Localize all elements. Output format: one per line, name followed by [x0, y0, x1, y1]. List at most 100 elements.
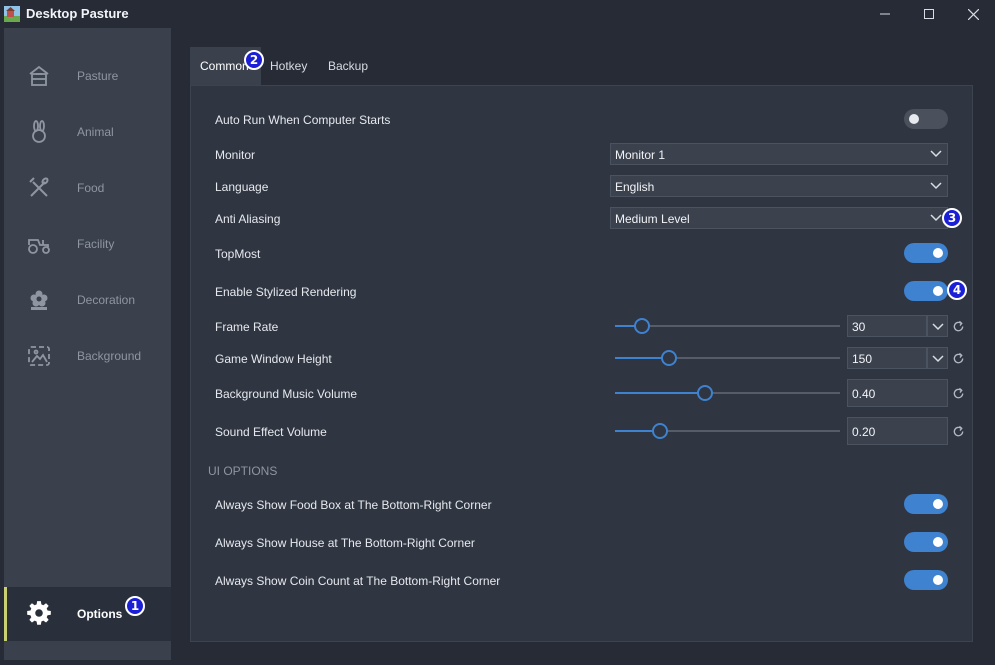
anti-aliasing-select[interactable]: Medium Level — [610, 207, 948, 229]
gear-icon — [26, 600, 52, 626]
chevron-down-icon — [930, 214, 942, 222]
slider-fill — [615, 392, 705, 394]
annotation-badge: 3 — [942, 208, 962, 228]
window-height-slider[interactable] — [615, 350, 840, 366]
music-volume-value: 0.40 — [852, 387, 876, 401]
options-label: Options — [77, 607, 123, 621]
sidebar-item-label: Facility — [77, 237, 115, 251]
tab-label: Backup — [328, 59, 369, 73]
music-volume-input[interactable]: 0.40 — [847, 379, 948, 407]
tractor-icon — [26, 231, 52, 257]
toggle-knob — [933, 537, 943, 547]
house-toggle[interactable] — [904, 532, 948, 552]
slider-thumb[interactable] — [634, 318, 650, 334]
stylized-rendering-toggle[interactable] — [904, 281, 948, 301]
tab-backup[interactable]: Backup — [318, 47, 378, 85]
music-volume-label: Background Music Volume — [215, 387, 358, 401]
sidebar-item-label: Food — [77, 181, 105, 195]
chevron-down-icon — [930, 150, 942, 158]
sidebar-item-food[interactable]: Food — [4, 160, 171, 216]
annotation-badge: 1 — [125, 596, 145, 616]
toggle-knob — [933, 499, 943, 509]
music-volume-slider[interactable] — [615, 385, 840, 401]
toggle-knob — [933, 575, 943, 585]
window-height-label: Game Window Height — [215, 352, 332, 366]
ui-options-heading: UI OPTIONS — [208, 464, 278, 478]
sidebar-item-background[interactable]: Background — [4, 328, 171, 384]
sidebar-item-label: Background — [77, 349, 142, 363]
effect-volume-label: Sound Effect Volume — [215, 425, 327, 439]
sidebar-item-decoration[interactable]: Decoration — [4, 272, 171, 328]
auto-run-toggle[interactable] — [904, 109, 948, 129]
window-title: Desktop Pasture — [26, 6, 129, 21]
sidebar-item-label: Decoration — [77, 293, 136, 307]
minimize-button[interactable] — [862, 0, 908, 28]
reset-icon[interactable] — [952, 387, 965, 400]
window-height-value: 150 — [852, 352, 873, 366]
sidebar-item-label: Pasture — [77, 69, 119, 83]
frame-rate-value: 30 — [852, 320, 866, 334]
slider-thumb[interactable] — [652, 423, 668, 439]
sidebar-item-animal[interactable]: Animal — [4, 104, 171, 160]
rabbit-icon — [26, 119, 52, 145]
sidebar-item-facility[interactable]: Facility — [4, 216, 171, 272]
food-box-label: Always Show Food Box at The Bottom-Right… — [215, 498, 492, 512]
language-select[interactable]: English — [610, 175, 948, 197]
reset-icon[interactable] — [952, 320, 965, 333]
picture-icon — [26, 343, 52, 369]
coin-count-label: Always Show Coin Count at The Bottom-Rig… — [215, 574, 501, 588]
window-height-dropdown-button[interactable] — [927, 347, 948, 369]
reset-icon[interactable] — [952, 425, 965, 438]
tab-hotkey[interactable]: Hotkey — [260, 47, 317, 85]
flower-icon — [26, 287, 52, 313]
frame-rate-slider[interactable] — [615, 318, 840, 334]
toggle-knob — [933, 286, 943, 296]
slider-thumb[interactable] — [697, 385, 713, 401]
topmost-toggle[interactable] — [904, 243, 948, 263]
effect-volume-input[interactable]: 0.20 — [847, 417, 948, 445]
frame-rate-input[interactable]: 30 — [847, 315, 927, 337]
frame-rate-dropdown-button[interactable] — [927, 315, 948, 337]
language-value: English — [615, 180, 655, 194]
close-icon — [967, 8, 979, 20]
slider-thumb[interactable] — [661, 350, 677, 366]
effect-volume-value: 0.20 — [852, 425, 876, 439]
maximize-button[interactable] — [906, 0, 952, 28]
effect-volume-slider[interactable] — [615, 423, 840, 439]
maximize-icon — [924, 9, 934, 19]
frame-rate-label: Frame Rate — [215, 320, 279, 334]
sidebar-item-pasture[interactable]: Pasture — [4, 48, 171, 104]
sidebar-item-label: Animal — [77, 125, 114, 139]
stylized-rendering-label: Enable Stylized Rendering — [215, 285, 357, 299]
barn-icon — [26, 63, 52, 89]
annotation-badge: 4 — [947, 280, 967, 300]
anti-aliasing-label: Anti Aliasing — [215, 212, 281, 226]
fork-spoon-icon — [26, 175, 52, 201]
toggle-knob — [933, 248, 943, 258]
monitor-label: Monitor — [215, 148, 256, 162]
chevron-down-icon — [932, 323, 944, 331]
monitor-select[interactable]: Monitor 1 — [610, 143, 948, 165]
sidebar: Pasture Animal Food Facility Decoration … — [4, 28, 171, 660]
annotation-badge: 2 — [244, 50, 264, 70]
minimize-icon — [880, 13, 890, 15]
house-label: Always Show House at The Bottom-Right Co… — [215, 536, 475, 550]
anti-aliasing-value: Medium Level — [615, 212, 690, 226]
auto-run-label: Auto Run When Computer Starts — [215, 113, 391, 127]
tab-label: Common — [200, 59, 249, 73]
title-bar: Desktop Pasture — [0, 0, 995, 28]
window-height-input[interactable]: 150 — [847, 347, 927, 369]
tab-label: Hotkey — [270, 59, 308, 73]
app-icon — [4, 6, 20, 22]
coin-count-toggle[interactable] — [904, 570, 948, 590]
monitor-value: Monitor 1 — [615, 148, 666, 162]
reset-icon[interactable] — [952, 352, 965, 365]
chevron-down-icon — [930, 182, 942, 190]
chevron-down-icon — [932, 355, 944, 363]
topmost-label: TopMost — [215, 247, 261, 261]
sidebar-item-options[interactable]: Options — [4, 587, 171, 641]
language-label: Language — [215, 180, 269, 194]
close-button[interactable] — [950, 0, 995, 28]
food-box-toggle[interactable] — [904, 494, 948, 514]
toggle-knob — [909, 114, 919, 124]
